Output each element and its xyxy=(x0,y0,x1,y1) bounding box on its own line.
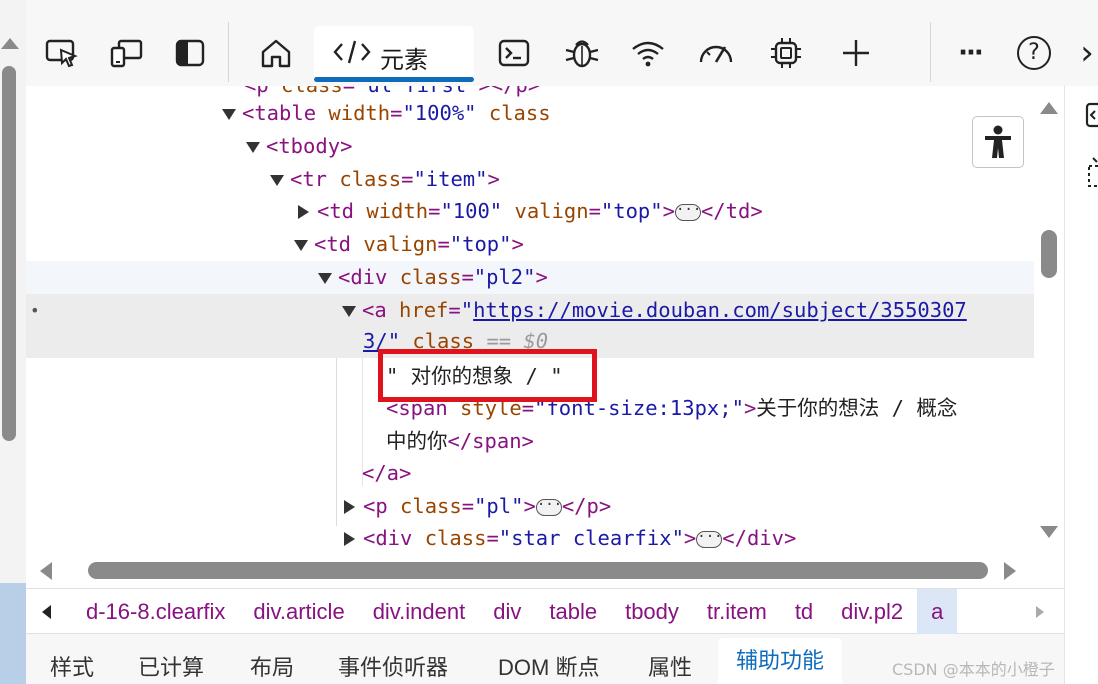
more-options-icon[interactable]: ··· xyxy=(948,30,992,76)
breadcrumb-item[interactable]: div xyxy=(479,589,535,635)
breadcrumb-scroll-right-icon[interactable] xyxy=(1020,589,1060,635)
side-panel-strip xyxy=(1064,86,1098,684)
code-brackets-icon xyxy=(332,36,372,68)
performance-gauge-icon[interactable] xyxy=(694,30,738,76)
collapse-triangle-icon[interactable] xyxy=(344,532,355,546)
collapse-triangle-icon[interactable] xyxy=(298,205,309,219)
devtools-toolbar: 元素 ··· ? › xyxy=(26,0,1098,86)
tab-event-listeners[interactable]: 事件侦听器 xyxy=(338,650,448,682)
ellipsis-badge[interactable]: ··· xyxy=(696,530,723,548)
scroll-down-arrow-icon[interactable] xyxy=(1040,526,1058,538)
help-icon[interactable]: ? xyxy=(1012,30,1056,76)
sources-bug-icon[interactable] xyxy=(560,30,604,76)
tab-accessibility[interactable]: 辅助功能 xyxy=(718,638,843,684)
dom-node-tbody[interactable]: <tbody> xyxy=(26,130,1034,163)
tab-styles[interactable]: 样式 xyxy=(50,650,94,682)
dom-node-div-pl2[interactable]: <div class="pl2"> xyxy=(26,261,1034,294)
expand-triangle-icon[interactable] xyxy=(222,108,236,120)
breadcrumb-item[interactable]: table xyxy=(535,589,611,635)
device-emulation-icon[interactable] xyxy=(106,30,146,76)
dom-node-p-pl[interactable]: <p class="pl">···</p> xyxy=(26,490,1034,523)
horizontal-scrollbar[interactable] xyxy=(26,556,1064,586)
breadcrumb-item[interactable]: tr.item xyxy=(693,589,781,635)
accessibility-tree-button[interactable] xyxy=(972,116,1024,168)
dom-node-td[interactable]: <td valign="top"> xyxy=(26,228,1034,261)
breadcrumb-item[interactable]: div.indent xyxy=(359,589,480,635)
expand-triangle-icon[interactable] xyxy=(318,272,332,284)
inspect-icon[interactable] xyxy=(42,30,82,76)
watermark: CSDN @本本的小橙子 xyxy=(892,660,1055,679)
accessibility-person-icon xyxy=(985,125,1011,158)
expand-triangle-icon[interactable] xyxy=(270,174,284,186)
breadcrumb-item-selected[interactable]: a xyxy=(917,589,958,635)
ellipsis-badge[interactable]: ··· xyxy=(674,203,701,221)
annotation-highlight-box xyxy=(378,349,597,402)
scroll-up-arrow-icon[interactable] xyxy=(1040,102,1058,114)
breadcrumb-item[interactable]: d-16-8.clearfix xyxy=(72,589,239,635)
dom-tree: <p class="ul first"></p> <table width="1… xyxy=(26,86,1034,556)
dom-node-a-close[interactable]: </a> xyxy=(26,457,1034,490)
console-icon[interactable] xyxy=(492,30,536,76)
dom-node-td-collapsed[interactable]: <td width="100" valign="top">···</td> xyxy=(26,195,1034,228)
breadcrumb-item[interactable]: td xyxy=(781,589,827,635)
tab-elements-label: 元素 xyxy=(380,46,428,74)
dom-node-table[interactable]: <table width="100%" class xyxy=(26,97,1034,130)
page-scroll-strip xyxy=(0,0,26,684)
ellipsis-badge[interactable]: ··· xyxy=(535,498,562,516)
active-tab-indicator xyxy=(314,77,474,82)
href-link[interactable]: https://movie.douban.com/subject/3550307 xyxy=(473,298,967,322)
tab-layout[interactable]: 布局 xyxy=(250,650,294,682)
overflow-chevron-icon[interactable]: › xyxy=(1076,30,1098,76)
scroll-left-arrow-icon[interactable] xyxy=(40,562,52,580)
vertical-scroll-thumb[interactable] xyxy=(1041,230,1057,278)
welcome-home-icon[interactable] xyxy=(254,30,298,76)
memory-chip-icon[interactable] xyxy=(764,30,808,76)
tab-dom-breakpoints[interactable]: DOM 断点 xyxy=(498,650,599,682)
panel-dock-icon[interactable] xyxy=(1085,102,1098,128)
breadcrumb-list: d-16-8.clearfix div.article div.indent d… xyxy=(72,589,958,635)
tab-elements[interactable]: 元素 xyxy=(314,26,474,82)
breadcrumb-item[interactable]: tbody xyxy=(611,589,693,635)
vertical-scrollbar[interactable] xyxy=(1034,86,1064,556)
expand-triangle-icon[interactable] xyxy=(342,305,356,317)
page-selection-highlight xyxy=(0,583,26,684)
breadcrumb-item[interactable]: div.article xyxy=(239,589,358,635)
panel-select-icon[interactable] xyxy=(1087,156,1098,188)
scroll-right-arrow-icon[interactable] xyxy=(1004,562,1016,580)
tab-properties[interactable]: 属性 xyxy=(648,650,692,682)
expand-triangle-icon[interactable] xyxy=(294,239,308,251)
expand-triangle-icon[interactable] xyxy=(246,141,260,153)
breadcrumb-item[interactable]: div.pl2 xyxy=(827,589,917,635)
toolbar-separator xyxy=(930,22,931,82)
collapse-triangle-icon[interactable] xyxy=(344,500,355,514)
dom-node-div-star[interactable]: <div class="star clearfix">···</div> xyxy=(26,522,1034,555)
selection-dot: • xyxy=(30,301,40,320)
breadcrumb-scroll-left-icon[interactable] xyxy=(26,589,66,635)
toolbar-separator xyxy=(228,22,229,82)
horizontal-scroll-thumb[interactable] xyxy=(88,562,988,579)
help-icon-glyph: ? xyxy=(1017,36,1051,70)
network-wifi-icon[interactable] xyxy=(626,30,670,76)
scroll-up-arrow-icon[interactable] xyxy=(1,38,19,49)
dom-node-tr[interactable]: <tr class="item"> xyxy=(26,163,1034,196)
tab-computed[interactable]: 已计算 xyxy=(138,650,204,682)
page-scroll-thumb[interactable] xyxy=(2,66,16,441)
more-tools-plus-icon[interactable] xyxy=(834,30,878,76)
sidebar-toggle-icon[interactable] xyxy=(170,30,210,76)
breadcrumb: d-16-8.clearfix div.article div.indent d… xyxy=(26,588,1064,635)
